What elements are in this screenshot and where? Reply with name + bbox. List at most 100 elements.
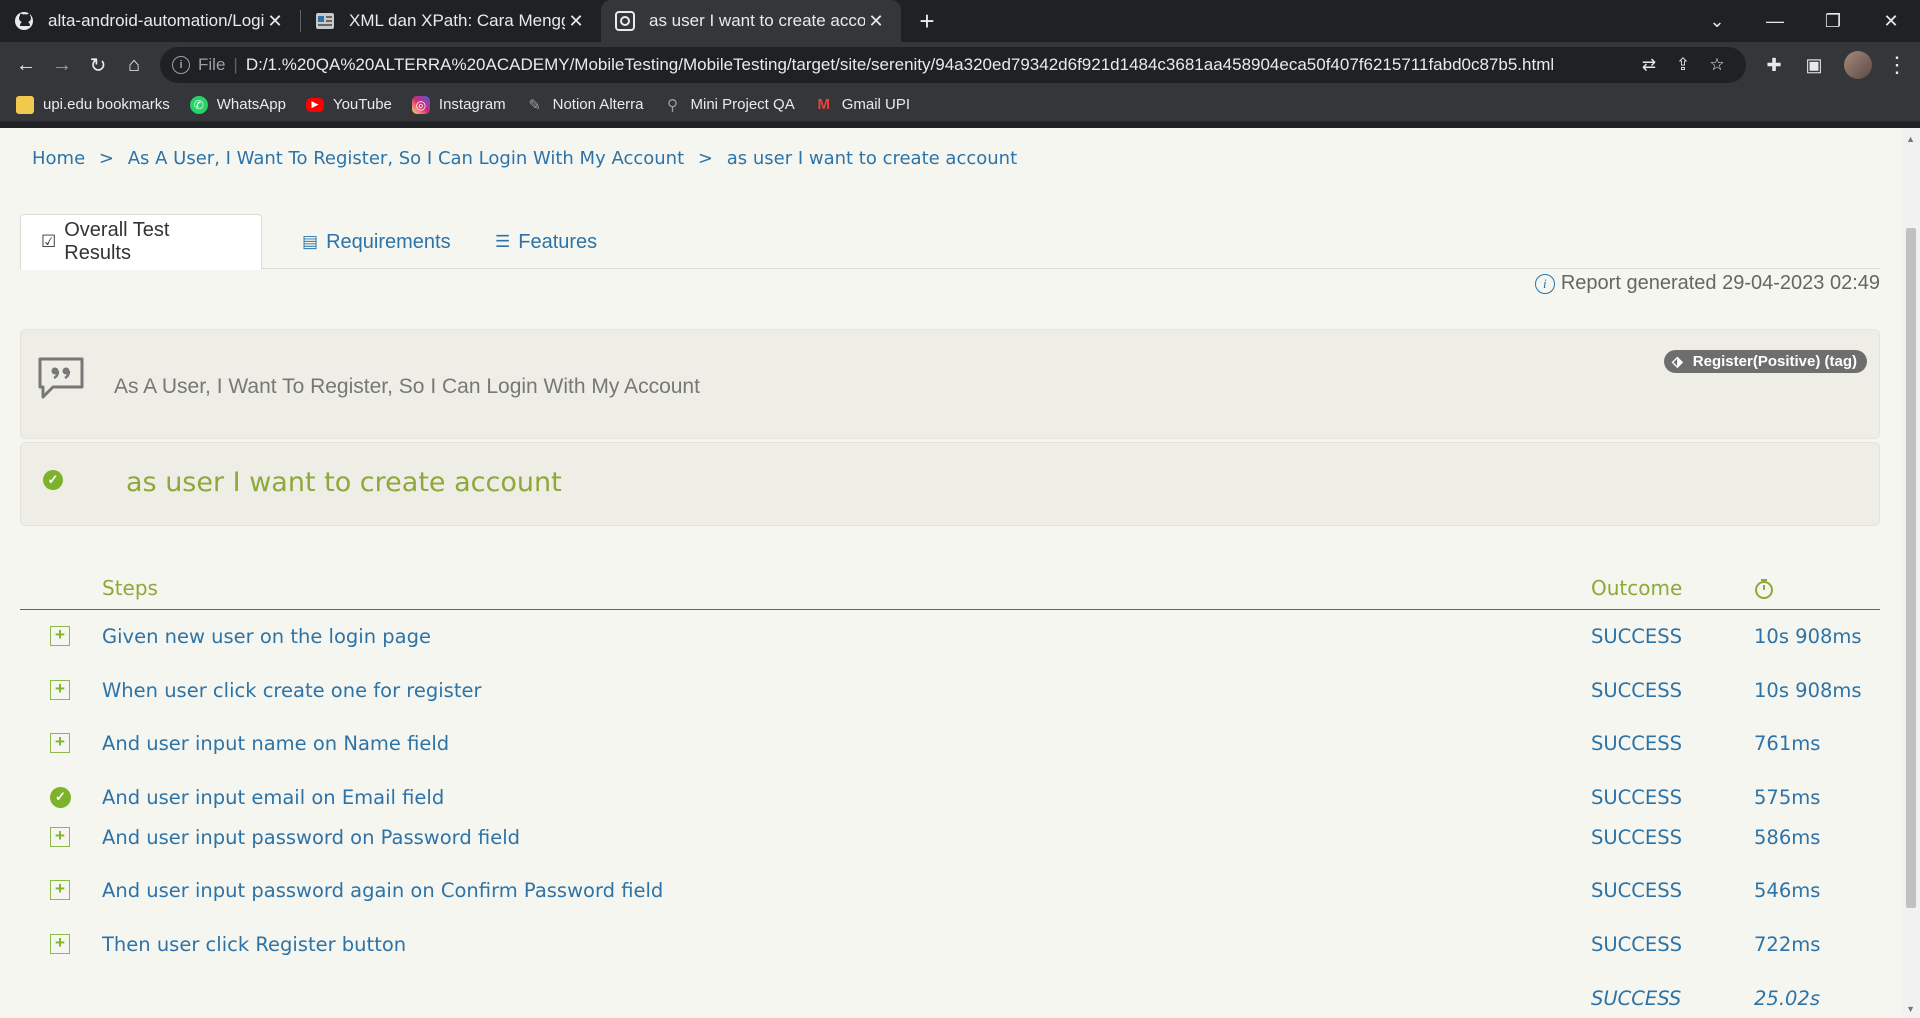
breadcrumb-story[interactable]: As A User, I Want To Register, So I Can … (128, 148, 684, 169)
menu-icon[interactable]: ⋮ (1882, 52, 1912, 78)
steps-table-header: Steps Outcome (20, 566, 1880, 610)
table-row[interactable]: + And user input password again on Confi… (20, 864, 1880, 918)
expand-icon[interactable]: + (50, 733, 70, 754)
whatsapp-icon: ✆ (189, 95, 208, 114)
table-total-row: SUCCESS 25.02s (20, 972, 1880, 1018)
table-row[interactable]: + Given new user on the login page SUCCE… (20, 610, 1880, 664)
step-description: Then user click Register button (102, 932, 407, 956)
total-outcome: SUCCESS (1591, 986, 1682, 1010)
extensions-icon[interactable]: ✚ (1754, 55, 1794, 76)
tab-requirements[interactable]: ▤ Requirements (282, 214, 471, 270)
step-outcome: SUCCESS (1591, 879, 1682, 903)
expand-icon[interactable]: + (50, 626, 70, 646)
bookmark-label: YouTube (332, 96, 392, 113)
reload-icon[interactable]: ↻ (80, 47, 116, 83)
close-tab-icon[interactable]: ✕ (865, 10, 887, 32)
tab-label: Requirements (326, 230, 451, 253)
expand-icon[interactable]: + (50, 880, 70, 901)
bookmark-label: Instagram (438, 96, 506, 113)
scroll-down-icon[interactable]: ▼ (1906, 1004, 1915, 1014)
new-tab-button[interactable]: + (907, 0, 947, 42)
tab-search-icon[interactable]: ⌄ (1688, 0, 1746, 42)
bookmark-label: Mini Project QA (690, 96, 795, 113)
table-row[interactable]: + And user input name on Name field SUCC… (20, 717, 1880, 771)
browser-tab-active[interactable]: as user I want to create account ✕ (601, 0, 901, 42)
tab-title: alta-android-automation/LoginSt (48, 11, 264, 30)
info-icon[interactable]: i (172, 56, 190, 74)
step-outcome: SUCCESS (1591, 678, 1682, 702)
step-description: When user click create one for register (102, 678, 482, 702)
window-controls: ⌄ — ❐ ✕ (1688, 0, 1920, 42)
bookmark-notion[interactable]: ✎ Notion Alterra (526, 96, 644, 114)
steps-header: Steps (102, 576, 158, 600)
browser-toolbar: ← → ↻ ⌂ i File | D:/1.%20QA%20ALTERRA%20… (0, 42, 1920, 88)
expand-icon[interactable]: + (50, 679, 70, 700)
breadcrumb-current[interactable]: as user I want to create account (727, 148, 1017, 169)
step-duration: 586ms (1754, 825, 1821, 849)
avatar[interactable] (1844, 51, 1872, 79)
share-icon[interactable]: ⇪ (1666, 55, 1700, 75)
step-outcome: SUCCESS (1591, 785, 1682, 809)
table-row[interactable]: + When user click create one for registe… (20, 664, 1880, 718)
table-row[interactable]: ✓ And user input email on Email field SU… (20, 771, 1880, 811)
story-title: As A User, I Want To Register, So I Can … (114, 375, 700, 398)
scrollbar-thumb[interactable] (1906, 228, 1916, 908)
scroll-up-icon[interactable]: ▲ (1906, 134, 1915, 144)
breadcrumb-home[interactable]: Home (32, 148, 85, 169)
pencil-icon: ✎ (528, 96, 541, 114)
address-bar[interactable]: i File | D:/1.%20QA%20ALTERRA%20ACADEMY/… (160, 47, 1746, 83)
success-check-icon: ✓ (43, 470, 63, 490)
url-text[interactable]: D:/1.%20QA%20ALTERRA%20ACADEMY/MobileTes… (246, 55, 1632, 75)
step-description: And user input password on Password fiel… (102, 825, 520, 849)
table-row[interactable]: + Then user click Register button SUCCES… (20, 918, 1880, 972)
restore-icon[interactable]: ❐ (1804, 0, 1862, 42)
step-duration: 761ms (1754, 732, 1821, 756)
forward-icon[interactable]: → (44, 47, 80, 83)
step-description: Given new user on the login page (102, 625, 431, 648)
tag-label: Register(Positive) (tag) (1692, 353, 1857, 370)
bookmark-upi[interactable]: upi.edu bookmarks (16, 95, 170, 114)
bookmark-youtube[interactable]: ▶ YouTube (305, 96, 392, 113)
close-tab-icon[interactable]: ✕ (565, 10, 587, 32)
vertical-scrollbar[interactable]: ▲ ▼ (1902, 128, 1920, 1018)
bookmark-whatsapp[interactable]: ✆ WhatsApp (189, 95, 286, 114)
steps-table: Steps Outcome + Given new user on the lo… (20, 566, 1880, 1018)
close-tab-icon[interactable]: ✕ (264, 10, 286, 32)
bookmark-label: upi.edu bookmarks (43, 96, 170, 113)
side-panel-icon[interactable]: ▣ (1794, 55, 1834, 76)
bookmark-label: Notion Alterra (552, 96, 644, 113)
magnifier-icon: ⚲ (667, 96, 678, 114)
tag-icon: ⬗ (1672, 353, 1683, 369)
expand-icon[interactable]: + (50, 826, 70, 847)
bookmark-star-icon[interactable]: ☆ (1700, 55, 1734, 75)
tab-overall-test-results[interactable]: ☑ Overall Test Results (20, 214, 262, 270)
minimize-icon[interactable]: — (1746, 0, 1804, 42)
breadcrumb-separator: > (697, 148, 713, 169)
step-duration: 10s 908ms (1754, 678, 1862, 702)
breadcrumb: Home > As A User, I Want To Register, So… (32, 148, 1025, 169)
stopwatch-icon (1755, 579, 1773, 599)
serenity-icon (615, 11, 635, 31)
step-outcome: SUCCESS (1591, 732, 1682, 756)
expand-icon[interactable]: + (50, 933, 70, 954)
translate-icon[interactable]: ⇄ (1632, 55, 1666, 75)
bookmark-instagram[interactable]: ◎ Instagram (411, 95, 506, 114)
browser-tab-xml[interactable]: XML dan XPath: Cara Menggunak ✕ (301, 0, 601, 42)
tab-title: as user I want to create account (649, 11, 865, 30)
table-row[interactable]: + And user input password on Password fi… (20, 811, 1880, 865)
bookmark-mini-project[interactable]: ⚲ Mini Project QA (664, 96, 795, 114)
back-icon[interactable]: ← (8, 47, 44, 83)
quote-bubble-icon (38, 357, 84, 399)
step-outcome: SUCCESS (1591, 825, 1682, 849)
folder-icon (16, 95, 34, 114)
home-icon[interactable]: ⌂ (116, 47, 152, 83)
tag-badge[interactable]: ⬗ Register(Positive) (tag) (1664, 350, 1867, 373)
step-duration: 722ms (1754, 932, 1821, 956)
url-divider: | (233, 55, 238, 74)
close-window-icon[interactable]: ✕ (1862, 0, 1920, 42)
page-viewport: Home > As A User, I Want To Register, So… (0, 128, 1920, 1018)
browser-tab-github[interactable]: alta-android-automation/LoginSt ✕ (0, 0, 300, 42)
story-panel: As A User, I Want To Register, So I Can … (20, 329, 1880, 439)
bookmark-gmail[interactable]: M Gmail UPI (815, 96, 910, 114)
tab-features[interactable]: ☰ Features (475, 214, 617, 270)
